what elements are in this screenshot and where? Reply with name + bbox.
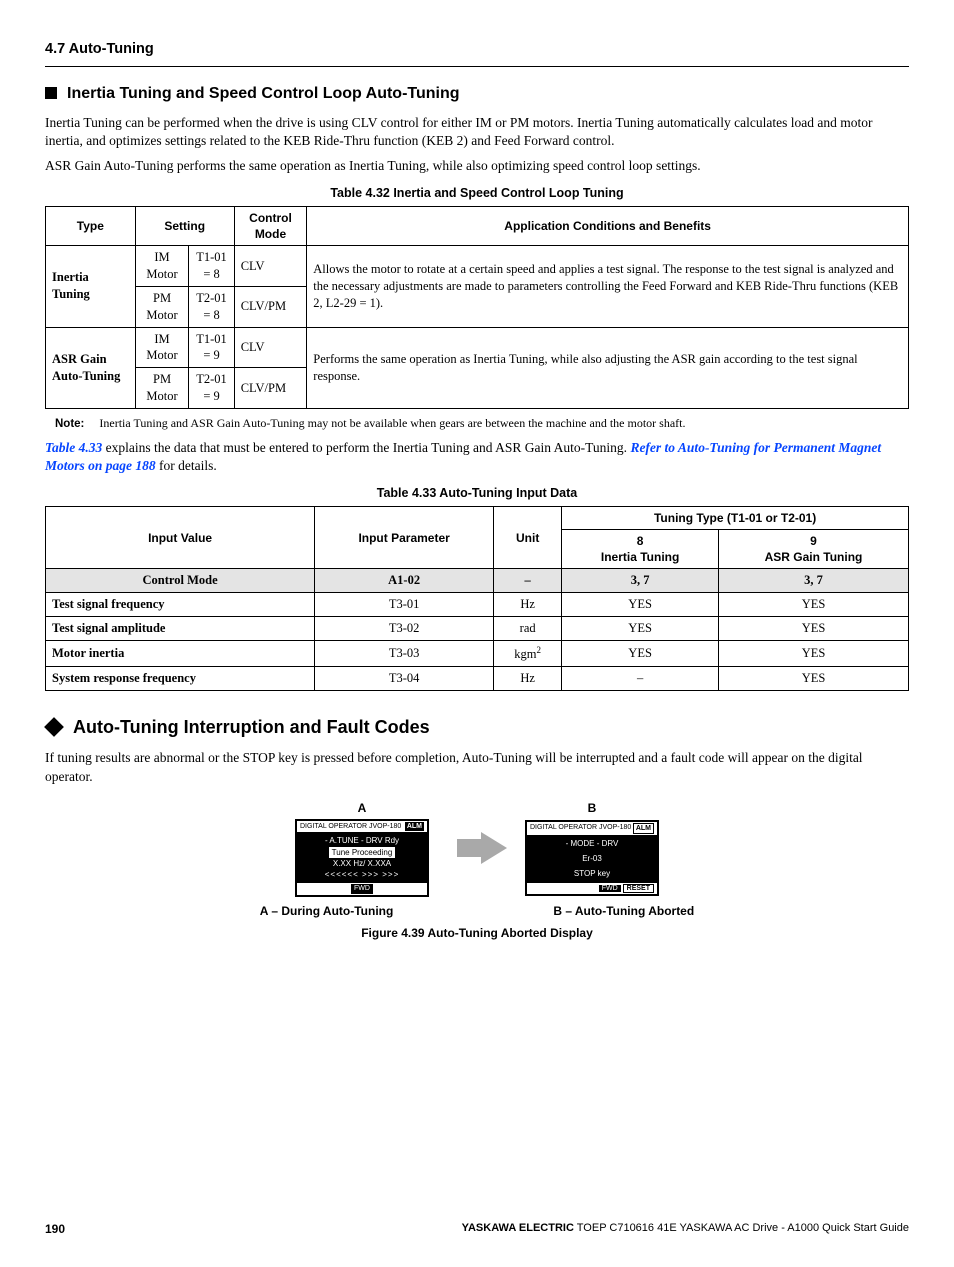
th: 8Inertia Tuning xyxy=(562,530,719,569)
cell: T2-01 = 9 xyxy=(189,368,234,409)
cell: CLV/PM xyxy=(234,286,307,327)
table-433: Input Value Input Parameter Unit Tuning … xyxy=(45,506,909,691)
cell: Control Mode xyxy=(46,569,315,593)
cell: Hz xyxy=(494,667,562,691)
table-caption: Table 4.33 Auto-Tuning Input Data xyxy=(45,485,909,502)
th: Tuning Type (T1-01 or T2-01) xyxy=(562,506,909,529)
cell: Test signal frequency xyxy=(46,593,315,617)
label-b: B xyxy=(525,800,659,816)
square-bullet-icon xyxy=(45,87,57,99)
cell: YES xyxy=(719,593,909,617)
table-row: Motor inertia T3-03 kgm2 YES YES xyxy=(46,641,909,667)
cell: YES xyxy=(719,667,909,691)
th: Input Value xyxy=(46,506,315,569)
cell: CLV xyxy=(234,246,307,287)
lcd-b: DIGITAL OPERATOR JVOP-180ALM - MODE - DR… xyxy=(525,820,659,896)
figure-caption: Figure 4.39 Auto-Tuning Aborted Display xyxy=(45,925,909,941)
cell: IM Motor xyxy=(135,327,189,368)
cell-type: Inertia Tuning xyxy=(46,246,136,328)
heading-fault-codes: Auto-Tuning Interruption and Fault Codes xyxy=(45,715,909,739)
cell: YES xyxy=(562,593,719,617)
subheading-inertia: Inertia Tuning and Speed Control Loop Au… xyxy=(45,83,909,105)
figure-439: A DIGITAL OPERATOR JVOP-180ALM - A.TUNE … xyxy=(45,800,909,941)
cell: PM Motor xyxy=(135,368,189,409)
text: for details. xyxy=(156,458,217,473)
paragraph: ASR Gain Auto-Tuning performs the same o… xyxy=(45,157,909,175)
cell: T1-01 = 9 xyxy=(189,327,234,368)
note: Note: Inertia Tuning and ASR Gain Auto-T… xyxy=(55,415,909,433)
cell: IM Motor xyxy=(135,246,189,287)
cell: YES xyxy=(562,641,719,667)
cell: A1-02 xyxy=(315,569,494,593)
cell-app: Performs the same operation as Inertia T… xyxy=(307,327,909,409)
cell: 3, 7 xyxy=(719,569,909,593)
cell: YES xyxy=(719,617,909,641)
heading-text: Auto-Tuning Interruption and Fault Codes xyxy=(73,715,430,739)
cell-app: Allows the motor to rotate at a certain … xyxy=(307,246,909,328)
th: Input Parameter xyxy=(315,506,494,569)
cell: YES xyxy=(562,617,719,641)
cell: – xyxy=(562,667,719,691)
cell: T3-03 xyxy=(315,641,494,667)
cell: Test signal amplitude xyxy=(46,617,315,641)
rule xyxy=(45,66,909,67)
alm-icon: ALM xyxy=(633,823,654,834)
cell: Motor inertia xyxy=(46,641,315,667)
paragraph: Table 4.33 explains the data that must b… xyxy=(45,439,909,475)
cell: kgm2 xyxy=(494,641,562,667)
cell: T2-01 = 8 xyxy=(189,286,234,327)
th: 9ASR Gain Tuning xyxy=(719,530,909,569)
cell: T3-01 xyxy=(315,593,494,617)
th-setting: Setting xyxy=(135,206,234,245)
cell: rad xyxy=(494,617,562,641)
cell: – xyxy=(494,569,562,593)
th-app: Application Conditions and Benefits xyxy=(307,206,909,245)
cell: T3-04 xyxy=(315,667,494,691)
table-row: System response frequency T3-04 Hz – YES xyxy=(46,667,909,691)
arrow-right-icon xyxy=(481,832,507,864)
cell: YES xyxy=(719,641,909,667)
cell: 3, 7 xyxy=(562,569,719,593)
paragraph: If tuning results are abnormal or the ST… xyxy=(45,749,909,785)
th-type: Type xyxy=(46,206,136,245)
diamond-bullet-icon xyxy=(44,717,64,737)
cell: PM Motor xyxy=(135,286,189,327)
caption-b: B – Auto-Tuning Aborted xyxy=(553,903,694,919)
subheading-text: Inertia Tuning and Speed Control Loop Au… xyxy=(67,83,460,105)
cell: T3-02 xyxy=(315,617,494,641)
section-header: 4.7 Auto-Tuning xyxy=(45,40,909,60)
paragraph: Inertia Tuning can be performed when the… xyxy=(45,114,909,150)
cell: T1-01 = 8 xyxy=(189,246,234,287)
cell-type: ASR Gain Auto-Tuning xyxy=(46,327,136,409)
note-text: Inertia Tuning and ASR Gain Auto-Tuning … xyxy=(99,416,685,430)
cell: CLV xyxy=(234,327,307,368)
caption-a: A – During Auto-Tuning xyxy=(260,903,394,919)
lcd-a: DIGITAL OPERATOR JVOP-180ALM - A.TUNE - … xyxy=(295,819,429,897)
row-shaded: Control Mode A1-02 – 3, 7 3, 7 xyxy=(46,569,909,593)
table-row: Test signal amplitude T3-02 rad YES YES xyxy=(46,617,909,641)
cell: Hz xyxy=(494,593,562,617)
note-label: Note: xyxy=(55,418,84,430)
cell: CLV/PM xyxy=(234,368,307,409)
th-mode: Control Mode xyxy=(234,206,307,245)
cell: System response frequency xyxy=(46,667,315,691)
table-432: Type Setting Control Mode Application Co… xyxy=(45,206,909,409)
table-caption: Table 4.32 Inertia and Speed Control Loo… xyxy=(45,185,909,202)
text: explains the data that must be entered t… xyxy=(102,440,630,455)
th: Unit xyxy=(494,506,562,569)
alm-icon: ALM xyxy=(405,822,424,831)
table-row: Test signal frequency T3-01 Hz YES YES xyxy=(46,593,909,617)
label-a: A xyxy=(295,800,429,816)
link-table433[interactable]: Table 4.33 xyxy=(45,440,102,455)
